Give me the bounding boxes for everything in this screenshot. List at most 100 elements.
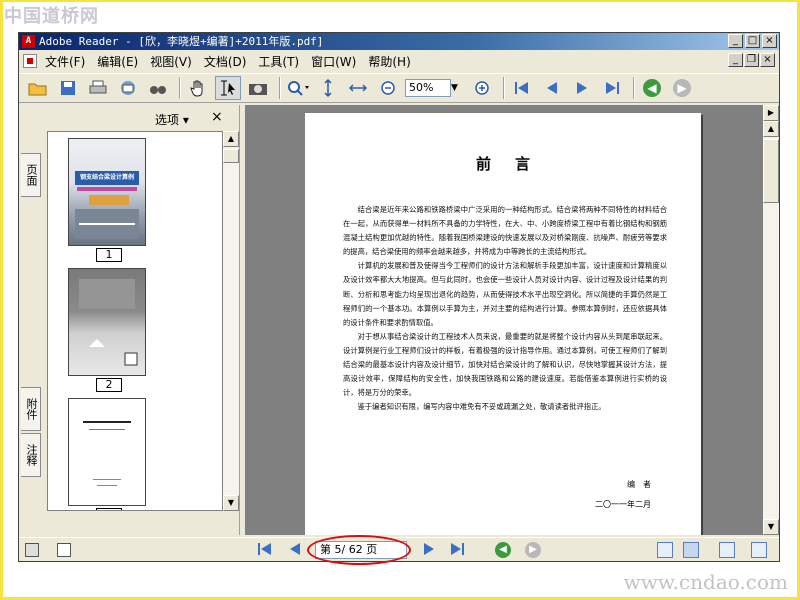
menu-file[interactable]: 文件(F) (39, 53, 91, 70)
toolbar-separator (633, 77, 635, 99)
title-bar: A Adobe Reader - [欣，李晓煜+编著]+2011年版.pdf] … (19, 33, 779, 50)
menu-tools[interactable]: 工具(T) (252, 53, 305, 70)
select-text-icon[interactable] (215, 76, 241, 100)
thumbnail-scrollbar[interactable]: ▲ ▼ (223, 131, 239, 511)
thumbnail-page-2[interactable] (68, 268, 146, 376)
print-icon[interactable] (85, 76, 111, 100)
paragraph: 计算机的发展和普及使得当今工程师们的设计方法和解析手段更加丰富，设计速度和计算精… (343, 261, 667, 327)
status-next-page-icon[interactable] (423, 542, 435, 560)
first-page-icon[interactable] (509, 76, 535, 100)
tab-attachments[interactable]: 附件 (21, 387, 41, 431)
fit-page-icon[interactable] (315, 76, 341, 100)
menu-window[interactable]: 窗口(W) (305, 53, 362, 70)
prev-page-icon[interactable] (539, 76, 565, 100)
window-controls: _ □ × (728, 34, 777, 48)
open-folder-icon[interactable] (25, 76, 51, 100)
thumbnails-panel: 选项 ▾ × 钢支结合梁设计算例 1 2 ▲ ▼ (43, 105, 239, 535)
thumbnail-page-1[interactable]: 钢支结合梁设计算例 (68, 138, 146, 246)
go-back-icon[interactable]: ◀ (639, 76, 665, 100)
menu-view[interactable]: 视图(V) (144, 53, 198, 70)
maximize-button[interactable]: □ (745, 34, 760, 48)
highlight-annotation (307, 535, 411, 565)
zoom-dropdown-arrow-icon[interactable]: ▼ (451, 83, 463, 93)
scroll-thumb[interactable] (223, 149, 239, 163)
close-panel-button[interactable]: × (211, 109, 223, 125)
panel-header: 选项 ▾ × (43, 105, 239, 131)
thumbnail-label-2: 2 (96, 378, 122, 392)
page-title: 前言 (475, 155, 554, 173)
cover-art-icon (75, 171, 139, 239)
zoom-in-icon[interactable] (285, 76, 311, 100)
toolbar-separator (179, 77, 181, 99)
last-page-icon[interactable] (599, 76, 625, 100)
single-page-view-icon[interactable] (657, 542, 673, 558)
page-body: 结合梁是近年来公路和铁路桥梁中广泛采用的一种结构形式。结合梁将两种不同特性的材料… (343, 203, 667, 414)
status-prev-page-icon[interactable] (289, 542, 301, 560)
doc-close-button[interactable]: × (760, 53, 775, 67)
options-menu-button[interactable]: 选项 ▾ (155, 111, 189, 128)
zoom-input[interactable]: 50% (405, 79, 451, 97)
status-go-back-icon[interactable]: ◀ (495, 542, 511, 558)
back-cover-art-icon (79, 279, 138, 366)
status-first-page-icon[interactable] (257, 542, 273, 560)
paragraph: 结合梁是近年来公路和铁路桥梁中广泛采用的一种结构形式。结合梁将两种不同特性的材料… (343, 205, 667, 257)
document-page: 前言 结合梁是近年来公路和铁路桥梁中广泛采用的一种结构形式。结合梁将两种不同特性… (305, 113, 701, 535)
tab-comments[interactable]: 注释 (21, 433, 41, 477)
facing-view-icon[interactable] (719, 542, 735, 558)
author-signature: 编 者 (627, 480, 651, 489)
next-page-icon[interactable] (569, 76, 595, 100)
document-icon[interactable] (23, 54, 37, 68)
menu-document[interactable]: 文档(D) (198, 53, 253, 70)
window-title: Adobe Reader - [欣，李晓煜+编著]+2011年版.pdf] (39, 35, 324, 48)
title-page-art-icon (83, 421, 131, 486)
doc-scroll-down-button[interactable]: ▼ (763, 519, 779, 535)
toolbar-separator (503, 77, 505, 99)
thumbnail-list[interactable]: 钢支结合梁设计算例 1 2 3 (47, 131, 223, 511)
menu-edit[interactable]: 编辑(E) (91, 53, 144, 70)
save-icon[interactable] (55, 76, 81, 100)
status-go-forward-icon: ▶ (525, 542, 541, 558)
thumbnail-label-1: 1 (96, 248, 122, 262)
thumbnail-label-3: 3 (96, 508, 122, 510)
search-binoculars-icon[interactable] (145, 76, 171, 100)
paragraph: 鉴于编者知识有限，编写内容中难免有不妥或疏漏之处，敬请读者批评指正。 (357, 402, 606, 412)
doc-restore-button[interactable]: ❐ (744, 53, 759, 67)
minimize-button[interactable]: _ (728, 34, 743, 48)
watermark-bottom: www.cndao.com (623, 570, 788, 594)
doc-scroll-right-button[interactable]: ▶ (763, 105, 779, 121)
preface-date: 二〇一一年二月 (595, 500, 651, 509)
watermark-top: 中国道桥网 (4, 6, 99, 27)
scroll-down-button[interactable]: ▼ (223, 495, 239, 511)
snapshot-icon[interactable] (245, 76, 271, 100)
tab-pages[interactable]: 页面 (21, 153, 41, 197)
toolbar: 50% ▼ ◀ ▶ (19, 73, 779, 103)
doc-scroll-up-button[interactable]: ▲ (763, 121, 779, 137)
document-view[interactable]: 前言 结合梁是近年来公路和铁路桥梁中广泛采用的一种结构形式。结合梁将两种不同特性… (245, 105, 763, 535)
doc-scroll-thumb[interactable] (763, 139, 779, 203)
reader-window: A Adobe Reader - [欣，李晓煜+编著]+2011年版.pdf] … (18, 32, 780, 565)
doc-minimize-button[interactable]: _ (728, 53, 743, 67)
zoom-plus-icon[interactable] (469, 76, 495, 100)
navigation-tabs: 页面 附件 注释 (19, 105, 43, 535)
continuous-facing-view-icon[interactable] (751, 542, 767, 558)
thumb-cover-title: 钢支结合梁设计算例 (79, 174, 134, 181)
page-setup-icon[interactable] (57, 543, 71, 557)
page-layout-icon[interactable] (25, 543, 39, 557)
fit-width-icon[interactable] (345, 76, 371, 100)
close-button[interactable]: × (762, 34, 777, 48)
go-forward-icon: ▶ (669, 76, 695, 100)
zoom-out-icon[interactable] (375, 76, 401, 100)
scroll-up-button[interactable]: ▲ (223, 131, 239, 147)
email-icon[interactable] (115, 76, 141, 100)
menu-bar: 文件(F) 编辑(E) 视图(V) 文档(D) 工具(T) 窗口(W) 帮助(H… (19, 51, 779, 71)
thumbnail-page-3[interactable] (68, 398, 146, 506)
status-last-page-icon[interactable] (449, 542, 465, 560)
document-scrollbar[interactable]: ▶ ▲ ▼ (763, 105, 779, 535)
status-bar: 第 5/ 62 页 ◀ ▶ (19, 535, 779, 565)
hand-tool-icon[interactable] (185, 76, 211, 100)
document-window-controls: _ ❐ × (728, 53, 775, 67)
toolbar-separator (279, 77, 281, 99)
options-label: 选项 (155, 113, 180, 127)
menu-help[interactable]: 帮助(H) (362, 53, 416, 70)
continuous-view-icon[interactable] (683, 542, 699, 558)
